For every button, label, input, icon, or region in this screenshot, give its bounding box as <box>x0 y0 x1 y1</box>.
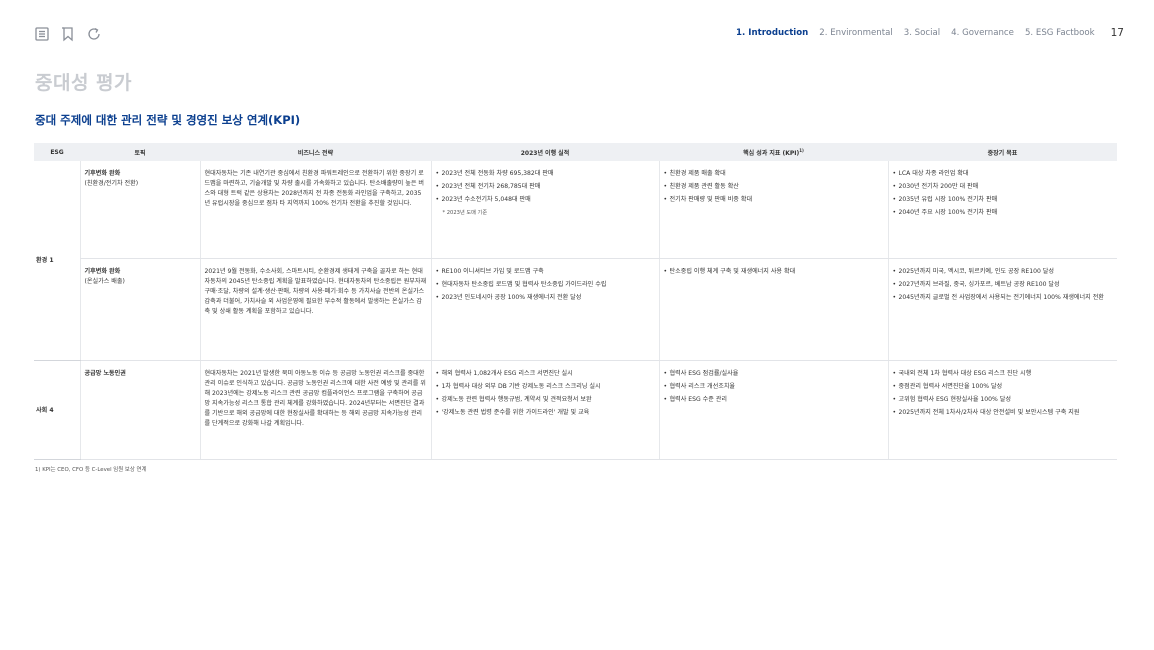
toolbar <box>34 26 102 42</box>
list-item: 국내외 전체 1차 협력사 대상 ESG 리스크 진단 시행 <box>893 369 1114 379</box>
kpi-cell: 탄소중립 이행 체계 구축 및 재생에너지 사용 확대 <box>658 258 888 361</box>
list-item: 협력사 리스크 개선조치율 <box>664 382 884 392</box>
table-row: 기후변화 완화 (온실가스 배출) 2021년 9월 전동화, 수소사회, 스마… <box>34 258 1117 361</box>
list-item: 고위험 협력사 ESG 현장실사율 100% 달성 <box>893 395 1114 405</box>
list-item: 협력사 ESG 수준 관리 <box>664 395 884 405</box>
list-item: 2027년까지 브라질, 중국, 싱가포르, 베트남 공장 RE100 달성 <box>893 280 1114 290</box>
list-item: 1차 협력사 대상 외부 DB 기반 강제노동 리스크 스크리닝 실시 <box>436 382 655 392</box>
strategy-cell: 현대자동차는 2021년 발생한 북미 아동노동 이슈 등 공급망 노동인권 리… <box>199 360 431 460</box>
header-kpi-footnote-mark: 1) <box>799 147 804 153</box>
bookmark-icon[interactable] <box>60 26 76 42</box>
tab-governance[interactable]: 4. Governance <box>951 28 1014 38</box>
tab-environmental[interactable]: 2. Environmental <box>819 28 892 38</box>
performance-cell: 해외 협력사 1,082개사 ESG 리스크 서면진단 실시 1차 협력사 대상… <box>430 360 659 460</box>
list-item: RE100 이니셔티브 가입 및 로드맵 구축 <box>436 267 655 277</box>
refresh-icon[interactable] <box>86 26 102 42</box>
list-item: 2030년 전기차 200만 대 판매 <box>893 182 1114 192</box>
list-item: 2023년 수소전기차 5,048대 판매 <box>436 195 655 205</box>
page-title: 중대 주제에 대한 관리 전략 및 경영진 보상 연계(KPI) <box>35 113 301 127</box>
topic-title: 공급망 노동인권 <box>84 369 126 377</box>
list-item: 현대자동차 탄소중립 로드맵 및 협력사 탄소중립 가이드라인 수립 <box>436 280 655 290</box>
kpi-cell: 친환경 제품 매출 확대 친환경 제품 관련 활동 확산 전기차 판매량 및 판… <box>658 161 888 259</box>
list-item: 해외 협력사 1,082개사 ESG 리스크 서면진단 실시 <box>436 369 655 379</box>
header-esg: ESG <box>34 143 80 161</box>
topic-subtitle: (온실가스 배출) <box>84 277 125 285</box>
list-item: 2025년까지 미국, 멕시코, 튀르키예, 인도 공장 RE100 달성 <box>893 267 1114 277</box>
topic-cell: 공급망 노동인권 <box>79 360 200 460</box>
header-kpi-label: 핵심 성과 지표 (KPI) <box>743 149 800 157</box>
list-item: 2035년 유럽 시장 100% 전기차 판매 <box>893 195 1114 205</box>
header-topic: 토픽 <box>80 143 200 161</box>
list-item: 친환경 제품 관련 활동 확산 <box>664 182 884 192</box>
performance-cell: RE100 이니셔티브 가입 및 로드맵 구축 현대자동차 탄소중립 로드맵 및… <box>430 258 659 361</box>
topic-title: 기후변화 완화 <box>84 170 121 177</box>
list-item: 중점관리 협력사 서면진단율 100% 달성 <box>893 382 1114 392</box>
tab-esg-factbook[interactable]: 5. ESG Factbook <box>1025 28 1095 38</box>
kpi-cell: 협력사 ESG 점검률/실사율 협력사 리스크 개선조치율 협력사 ESG 수준… <box>658 360 888 460</box>
list-item: 탄소중립 이행 체계 구축 및 재생에너지 사용 확대 <box>664 267 884 277</box>
list-item: 2025년까지 전체 1차사/2차사 대상 안전설비 및 보안시스템 구축 지원 <box>893 408 1114 418</box>
esg-category-cell: 사회 4 <box>34 360 80 460</box>
tab-introduction[interactable]: 1. Introduction <box>736 28 808 38</box>
topic-subtitle: (친환경/전기차 전환) <box>84 180 139 187</box>
topic-cell: 기후변화 완화 (친환경/전기차 전환) <box>79 161 200 259</box>
chapter-nav: 1. Introduction 2. Environmental 3. Soci… <box>725 27 1124 39</box>
page-number: 17 <box>1110 27 1124 39</box>
footnote: 1) KPI는 CEO, CFO 등 C-Level 임원 보상 연계 <box>35 467 147 473</box>
section-title: 중대성 평가 <box>35 72 133 94</box>
list-item: '강제노동 관련 법령 준수를 위한 가이드라인' 개발 및 교육 <box>436 408 655 418</box>
topic-cell: 기후변화 완화 (온실가스 배출) <box>79 258 200 361</box>
strategy-cell: 2021년 9월 전동화, 수소사회, 스마트시티, 순환경제 생태계 구축을 … <box>199 258 431 361</box>
list-item: 2023년 인도네시아 공장 100% 재생에너지 전환 달성 <box>436 293 655 303</box>
list-item: 전기차 판매량 및 판매 비중 확대 <box>664 195 884 205</box>
header-strategy: 비즈니스 전략 <box>200 143 431 161</box>
menu-icon[interactable] <box>34 26 50 42</box>
table-row: 사회 4 공급망 노동인권 현대자동차는 2021년 발생한 북미 아동노동 이… <box>34 360 1117 460</box>
list-item: 협력사 ESG 점검률/실사율 <box>664 369 884 379</box>
esg-category-cell: 환경 1 <box>34 161 80 361</box>
performance-cell: 2023년 전체 전동화 차량 695,382대 판매 2023년 전체 전기차… <box>430 161 659 259</box>
list-item: 2023년 전체 전기차 268,785대 판매 <box>436 182 655 192</box>
target-cell: 국내외 전체 1차 협력사 대상 ESG 리스크 진단 시행 중점관리 협력사 … <box>887 360 1117 460</box>
topic-title: 기후변화 완화 <box>84 267 121 275</box>
target-cell: LCA 대상 차종 라인업 확대 2030년 전기차 200만 대 판매 203… <box>887 161 1117 259</box>
target-cell: 2025년까지 미국, 멕시코, 튀르키예, 인도 공장 RE100 달성 20… <box>887 258 1117 361</box>
list-item: 2040년 주요 시장 100% 전기차 판매 <box>893 208 1114 218</box>
header-kpi: 핵심 성과 지표 (KPI)1) <box>659 143 888 161</box>
header-target: 중장기 목표 <box>888 143 1117 161</box>
list-item: 친환경 제품 매출 확대 <box>664 169 884 179</box>
performance-note: * 2023년 도매 기준 <box>442 210 488 216</box>
list-item: 2045년까지 글로벌 전 사업장에서 사용되는 전기에너지 100% 재생에너… <box>893 293 1114 303</box>
tab-social[interactable]: 3. Social <box>904 28 940 38</box>
materiality-table: ESG 토픽 비즈니스 전략 2023년 이행 실적 핵심 성과 지표 (KPI… <box>34 143 1117 460</box>
list-item: 강제노동 관련 협력사 행동규범, 계약서 및 견적요청서 보완 <box>436 395 655 405</box>
strategy-cell: 현대자동차는 기존 내연기관 중심에서 친환경 파워트레인으로 전환하기 위한 … <box>199 161 431 259</box>
header-performance: 2023년 이행 실적 <box>431 143 659 161</box>
table-row: 환경 1 기후변화 완화 (친환경/전기차 전환) 현대자동차는 기존 내연기관… <box>34 161 1117 361</box>
list-item: LCA 대상 차종 라인업 확대 <box>893 169 1114 179</box>
list-item: 2023년 전체 전동화 차량 695,382대 판매 <box>436 169 655 179</box>
table-header-row: ESG 토픽 비즈니스 전략 2023년 이행 실적 핵심 성과 지표 (KPI… <box>34 143 1117 161</box>
